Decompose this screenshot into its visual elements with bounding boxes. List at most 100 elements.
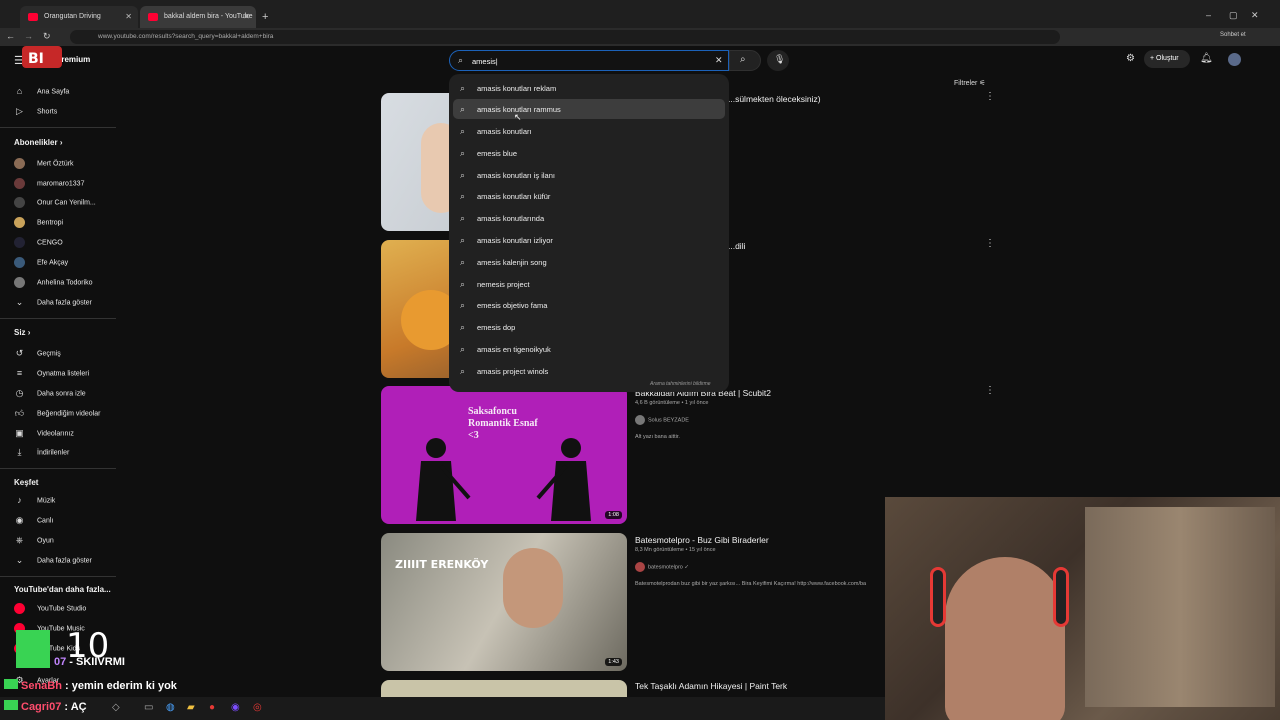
suggestion-item[interactable]: ⌕ amasis konutları iş ilanı — [453, 165, 725, 185]
suggestion-item[interactable]: ⌕ amasis konutları reklam — [453, 78, 725, 98]
more-options-icon[interactable]: ⋮ — [985, 91, 995, 102]
voice-search-button[interactable]: 🎙︎ — [767, 50, 789, 71]
reload-icon[interactable]: ↻ — [43, 31, 51, 42]
report-predictions-link[interactable]: Arama tahminlerini bildirme — [650, 381, 711, 387]
video-thumbnail[interactable]: ZIIIIT ERENKÖY 1:43 — [381, 533, 627, 671]
suggestion-item[interactable]: ⌕ amasis en tigenoikyuk — [453, 339, 725, 359]
avatar[interactable] — [1228, 53, 1241, 66]
filter-icon: ⚟ — [979, 80, 986, 87]
sidebar-item-playlists[interactable]: ≡ Oynatma listeleri — [14, 368, 89, 380]
chevron-down-icon: ⌄ — [15, 297, 24, 307]
forward-icon[interactable]: → — [24, 31, 33, 41]
search-button[interactable]: ⌕ — [729, 50, 761, 71]
video-title[interactable]: Tek Taşaklı Adamın Hikayesi | Paint Terk — [635, 681, 787, 691]
suggestion-item[interactable]: ⌕ emesis blue — [453, 143, 725, 163]
profile-label[interactable]: Sohbet et — [1220, 32, 1246, 38]
edge-icon[interactable]: ◍ — [166, 702, 175, 713]
video-thumbnail[interactable] — [381, 680, 627, 697]
video-title[interactable]: ...sülmekten öleceksiniz) — [728, 94, 821, 104]
more-options-icon[interactable]: ⋮ — [985, 385, 995, 396]
close-window-icon[interactable]: ✕ — [1251, 10, 1259, 21]
suggestion-item[interactable]: ⌕ amasis konutlarında — [453, 208, 725, 228]
notifications-icon[interactable]: 🔔︎ — [1200, 53, 1213, 64]
subscriptions-heading[interactable]: Abonelikler › — [14, 138, 62, 147]
suggestion-item[interactable]: ⌕ amasis konutları — [453, 121, 725, 141]
clear-search-icon[interactable]: ✕ — [715, 55, 723, 66]
suggestion-item[interactable]: ⌕ emesis objetivo fama — [453, 295, 725, 315]
more-options-icon[interactable]: ⋮ — [985, 238, 995, 249]
back-icon[interactable]: ← — [6, 31, 15, 41]
create-button[interactable]: + Oluştur — [1144, 50, 1190, 68]
sidebar-item-subscription[interactable]: CENGO — [14, 237, 63, 249]
sidebar-item-liked[interactable]: 👍︎ Beğendiğim videolar — [14, 408, 101, 420]
taskbar-app-icon[interactable]: ◉ — [231, 702, 240, 713]
channel-link[interactable]: Solus BEYZADE — [635, 415, 689, 425]
folder-icon[interactable]: ▰ — [187, 702, 195, 713]
you-heading[interactable]: Siz › — [14, 328, 30, 337]
sidebar-item-your-videos[interactable]: ▣ Videolarınız — [14, 428, 74, 440]
close-tab-icon[interactable]: ✕ — [243, 12, 250, 21]
sidebar-item-studio[interactable]: YouTube Studio — [14, 603, 86, 615]
sidebar-item-history[interactable]: ↺ Geçmiş — [14, 348, 61, 360]
sidebar-item-home[interactable]: ⌂ Ana Sayfa — [14, 86, 70, 98]
sidebar-item-live[interactable]: ◉ Canlı — [14, 515, 54, 527]
taskbar-app-icon[interactable]: ◇ — [112, 702, 120, 713]
browser-tab-active[interactable]: bakkal aldem bira - YouTube ✕ — [140, 6, 256, 30]
suggestion-text: emesis objetivo fama — [477, 301, 548, 310]
history-icon: ↺ — [15, 348, 24, 358]
sidebar-item-subscription[interactable]: Mert Öztürk — [14, 158, 74, 170]
chevron-right-icon: › — [59, 138, 63, 147]
taskbar: ◇ ▭ ◍ ▰ ● ◉ ◎ — [0, 697, 885, 720]
browser-tab[interactable]: Orangutan Driving ✕ — [20, 6, 138, 30]
live-icon: ◉ — [15, 515, 24, 525]
channel-avatar — [14, 237, 25, 248]
sidebar-item-subscription[interactable]: Bentropi — [14, 217, 63, 229]
sidebar-item-gaming[interactable]: ⎈ Oyun — [14, 535, 54, 547]
new-tab-icon[interactable]: + — [262, 11, 268, 23]
suggestion-item[interactable]: ⌕ amasis konutları küfür — [453, 186, 725, 206]
sidebar-item-subscription[interactable]: maromaro1337 — [14, 178, 84, 190]
maximize-icon[interactable]: ▢ — [1229, 10, 1238, 21]
filters-button[interactable]: Filtreler ⚟ — [954, 79, 986, 87]
minimize-icon[interactable]: – — [1206, 10, 1211, 20]
sidebar-item-label: YouTube Studio — [37, 605, 87, 613]
sidebar-item-subscription[interactable]: Efe Akçay — [14, 257, 68, 269]
suggestion-item[interactable]: ⌕ amasis project winols — [453, 361, 725, 381]
clock-icon: ◷ — [15, 388, 24, 398]
music-icon: ♪ — [17, 495, 22, 505]
playlist-icon: ≡ — [16, 368, 23, 378]
taskbar-app-icon[interactable]: ● — [209, 702, 215, 713]
taskbar-app-icon[interactable]: ▭ — [144, 702, 153, 713]
video-title[interactable]: ...dili — [728, 241, 745, 251]
mouse-cursor-icon: ↖ — [514, 112, 522, 122]
heading-text: Abonelikler — [14, 138, 58, 147]
video-title[interactable]: Batesmotelpro - Buz Gibi Biraderler — [635, 535, 769, 545]
chrome-icon[interactable]: ◎ — [253, 702, 262, 713]
sidebar-item-subscription[interactable]: Anhelina Todoriko — [14, 277, 93, 289]
sidebar-item-shorts[interactable]: ▷ Shorts — [14, 106, 57, 118]
close-tab-icon[interactable]: ✕ — [125, 12, 132, 21]
search-input[interactable]: ⌕ amesis| ✕ — [449, 50, 729, 71]
suggestion-item[interactable]: ⌕ amasis konutları izliyor — [453, 230, 725, 250]
duration-badge: 1:08 — [605, 511, 622, 519]
suggestion-text: amesis kalenjin song — [477, 258, 547, 267]
sidebar-show-more[interactable]: ⌄ Daha fazla göster — [14, 297, 92, 309]
sidebar-item-downloads[interactable]: ⤓ İndirilenler — [14, 447, 70, 459]
cast-icon[interactable]: ⚙ — [1126, 53, 1135, 64]
tab-title: bakkal aldem bira - YouTube — [164, 13, 253, 20]
suggestion-item[interactable]: ⌕ nemesis project — [453, 274, 725, 294]
video-icon: ▣ — [15, 428, 24, 438]
download-icon: ⤓ — [17, 447, 22, 457]
search-icon: ⌕ — [460, 83, 466, 93]
video-thumbnail[interactable]: Saksafoncu Romantik Esnaf <3 1:08 — [381, 386, 627, 524]
sidebar-item-watch-later[interactable]: ◷ Daha sonra izle — [14, 388, 86, 400]
suggestion-item[interactable]: ⌕ emesis dop — [453, 317, 725, 337]
channel-link[interactable]: batesmotelpro ✓ — [635, 562, 689, 572]
sidebar-item-subscription[interactable]: Onur Can Yenilm... — [14, 197, 96, 209]
url-field[interactable]: www.youtube.com/results?search_query=bak… — [70, 30, 1060, 44]
svg-text:BI: BI — [28, 51, 44, 67]
sidebar-item-music[interactable]: ♪ Müzik — [14, 495, 55, 507]
sidebar-show-more[interactable]: ⌄ Daha fazla göster — [14, 555, 92, 567]
suggestion-item[interactable]: ⌕ amesis kalenjin song — [453, 252, 725, 272]
suggestion-item[interactable]: ⌕ amasis konutları rammus — [453, 99, 725, 119]
